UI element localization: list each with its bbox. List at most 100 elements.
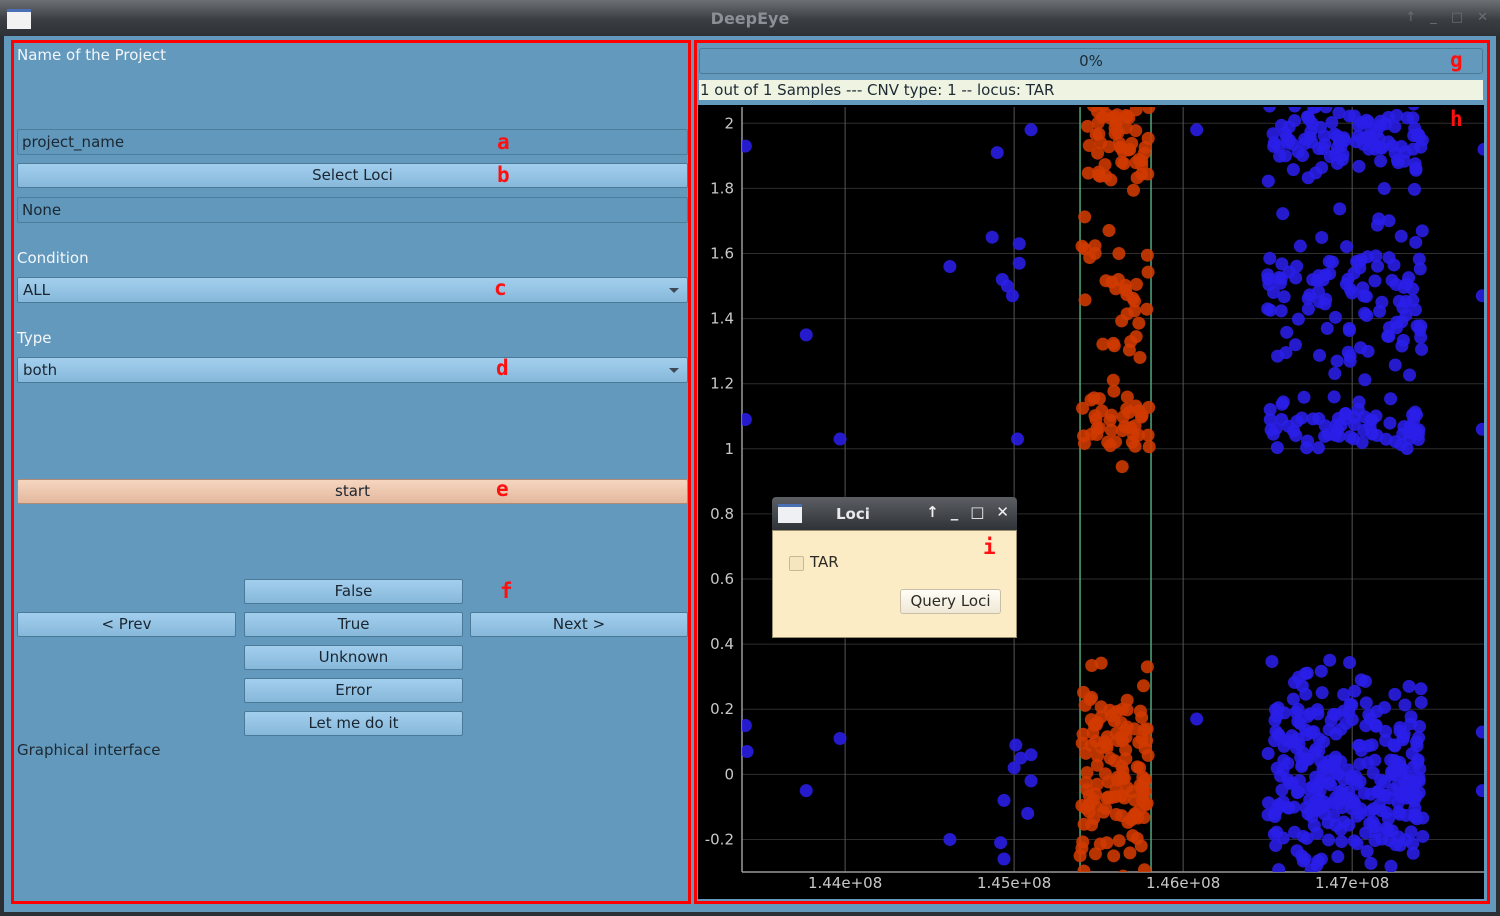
in-region-point: [1089, 799, 1103, 813]
chevron-down-icon: [669, 288, 679, 293]
dialog-close-icon[interactable]: ✕: [996, 503, 1009, 521]
in-region-point: [1118, 869, 1129, 872]
error-button[interactable]: Error: [244, 678, 463, 703]
out-of-region-point: [1327, 390, 1341, 404]
loci-dialog-title: Loci: [836, 505, 870, 523]
out-of-region-point: [1388, 120, 1402, 134]
out-of-region-point: [1261, 302, 1275, 316]
x-tick-label: 1.45e+08: [977, 874, 1051, 892]
in-region-point: [1115, 314, 1129, 328]
let-me-do-it-button[interactable]: Let me do it: [244, 711, 463, 736]
window-titlebar: DeepEye ↑ _ □ ✕: [0, 0, 1500, 36]
out-of-region-point: [1316, 735, 1330, 749]
out-of-region-point: [1288, 338, 1302, 352]
out-of-region-point: [1335, 835, 1349, 849]
out-of-region-point: [1282, 265, 1296, 279]
out-of-region-point: [833, 732, 847, 746]
loci-dialog-titlebar[interactable]: Loci ↑ _ □ ✕: [772, 497, 1017, 530]
out-of-region-point: [1385, 139, 1399, 153]
out-of-region-point: [1407, 413, 1421, 427]
out-of-region-point: [1407, 760, 1421, 774]
in-region-point: [1126, 291, 1140, 305]
condition-select[interactable]: ALL: [17, 277, 688, 303]
start-button[interactable]: start: [17, 479, 688, 504]
false-button[interactable]: False: [244, 579, 463, 604]
in-region-point: [1141, 748, 1155, 762]
dialog-maximize-icon[interactable]: □: [970, 503, 984, 521]
type-select[interactable]: both: [17, 357, 688, 383]
y-tick-label: 0.6: [710, 570, 734, 588]
out-of-region-point: [997, 793, 1011, 807]
out-of-region-point: [1399, 294, 1413, 308]
out-of-region-point: [1342, 791, 1356, 805]
out-of-region-point: [1354, 743, 1368, 757]
out-of-region-point: [1391, 156, 1405, 170]
out-of-region-point: [1370, 705, 1384, 719]
out-of-region-point: [985, 230, 999, 244]
out-of-region-point: [1297, 390, 1311, 404]
out-of-region-point: [1337, 131, 1351, 145]
out-of-region-point: [1382, 321, 1396, 335]
in-region-point: [1129, 330, 1143, 344]
in-region-point: [1133, 350, 1147, 364]
window-minimize-icon[interactable]: _: [1430, 10, 1437, 25]
in-region-point: [1078, 242, 1092, 256]
out-of-region-point: [1358, 306, 1372, 320]
out-of-region-point: [1301, 807, 1315, 821]
in-region-point: [1117, 157, 1131, 171]
true-button[interactable]: True: [244, 612, 463, 637]
dialog-shade-icon[interactable]: ↑: [926, 503, 939, 521]
in-region-point: [1106, 336, 1120, 350]
progress-text: 0%: [1079, 52, 1103, 70]
select-loci-button[interactable]: Select Loci: [17, 163, 688, 188]
in-region-point: [1140, 248, 1154, 262]
in-region-point: [1123, 846, 1137, 860]
y-tick-label: 1.4: [710, 310, 734, 328]
y-tick-label: -0.2: [705, 830, 734, 848]
out-of-region-point: [1021, 806, 1035, 820]
y-tick-label: 0.8: [710, 505, 734, 523]
out-of-region-point: [1475, 725, 1484, 739]
out-of-region-point: [1261, 808, 1275, 822]
in-region-point: [1073, 849, 1087, 863]
in-region-point: [1135, 793, 1149, 807]
tar-checkbox-label[interactable]: TAR: [810, 553, 839, 571]
next-button[interactable]: Next >: [470, 612, 688, 637]
in-region-point: [1087, 718, 1101, 732]
in-region-point: [1081, 119, 1095, 133]
out-of-region-point: [1383, 416, 1397, 430]
out-of-region-point: [1318, 297, 1332, 311]
in-region-point: [1117, 771, 1131, 785]
out-of-region-point: [1325, 255, 1339, 269]
prev-button[interactable]: < Prev: [17, 612, 236, 637]
out-of-region-point: [1280, 325, 1294, 339]
in-region-point: [1138, 140, 1152, 154]
out-of-region-point: [1375, 804, 1389, 818]
in-region-point: [1112, 246, 1126, 260]
in-region-point: [1132, 316, 1146, 330]
query-loci-button[interactable]: Query Loci: [900, 589, 1001, 614]
out-of-region-point: [1304, 726, 1318, 740]
in-region-point: [1107, 849, 1121, 863]
dialog-minimize-icon[interactable]: _: [951, 503, 959, 521]
y-tick-label: 1.2: [710, 375, 734, 393]
window-shade-icon[interactable]: ↑: [1405, 10, 1416, 25]
out-of-region-point: [1387, 258, 1401, 272]
in-region-point: [1137, 723, 1151, 737]
graphical-interface-label: Graphical interface: [17, 741, 161, 759]
out-of-region-point: [1394, 229, 1408, 243]
out-of-region-point: [1315, 686, 1329, 700]
unknown-button[interactable]: Unknown: [244, 645, 463, 670]
window-close-icon[interactable]: ✕: [1477, 10, 1488, 25]
in-region-point: [1133, 704, 1147, 718]
out-of-region-point: [1318, 807, 1332, 821]
out-of-region-point: [1477, 142, 1484, 156]
out-of-region-point: [1291, 145, 1305, 159]
out-of-region-point: [1311, 778, 1325, 792]
tar-checkbox[interactable]: [789, 556, 804, 571]
out-of-region-point: [1277, 753, 1291, 767]
in-region-point: [1103, 439, 1117, 453]
window-maximize-icon[interactable]: □: [1451, 10, 1463, 25]
project-name-input[interactable]: project_name: [17, 129, 688, 155]
out-of-region-point: [1292, 774, 1306, 788]
